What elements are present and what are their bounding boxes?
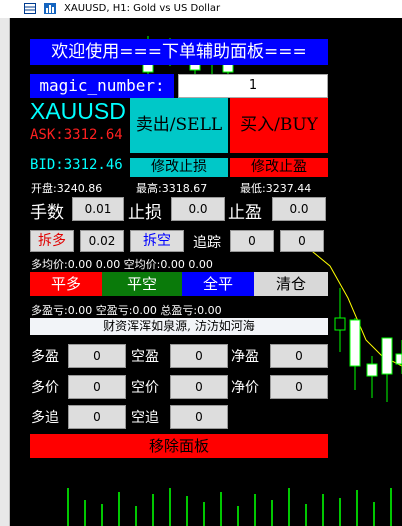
short-tp-input[interactable]: 0 <box>170 344 228 368</box>
open-price: 开盘:3240.86 <box>31 182 103 195</box>
ask-price: ASK:3312.64 <box>30 127 123 143</box>
close-all-button[interactable]: 全平 <box>182 272 254 296</box>
motto-banner: 财资浑浑如泉源, 汸汸如河海 <box>30 318 328 335</box>
stoploss-input[interactable]: 0.0 <box>171 197 225 221</box>
clear-positions-button[interactable]: 清仓 <box>254 272 328 296</box>
long-trail-input[interactable]: 0 <box>68 405 126 429</box>
lots-label: 手数 <box>30 203 64 223</box>
net-price-input[interactable]: 0 <box>270 375 328 399</box>
magic-number-input[interactable]: 1 <box>178 74 328 98</box>
profit-loss-info: 多盈亏:0.00 空盈亏:0.00 总盈亏:0.00 <box>31 304 222 317</box>
split-long-input[interactable]: 0.02 <box>80 230 124 252</box>
long-tp-input[interactable]: 0 <box>68 344 126 368</box>
close-long-button[interactable]: 平多 <box>30 272 102 296</box>
chart-bars-icon <box>44 3 56 14</box>
magic-number-label: magic_number: <box>30 74 174 98</box>
short-price-input[interactable]: 0 <box>170 375 228 399</box>
window-title: XAUUSD, H1: Gold vs US Dollar <box>64 3 221 14</box>
symbol-name: XAUUSD <box>30 98 126 124</box>
average-price-info: 多均价:0.00 0.00 空均价:0.00 0.00 <box>31 258 213 271</box>
short-trail-label: 空追 <box>131 410 159 426</box>
short-tp-label: 空盈 <box>131 349 159 365</box>
trail-label: 追踪 <box>193 235 221 251</box>
net-price-label: 净价 <box>231 380 259 396</box>
chart-grid-icon <box>24 3 36 14</box>
modify-stoploss-button[interactable]: 修改止损 <box>130 158 228 177</box>
close-short-button[interactable]: 平空 <box>102 272 182 296</box>
long-price-label: 多价 <box>31 380 59 396</box>
remove-panel-button[interactable]: 移除面板 <box>30 434 328 458</box>
trail-input-1[interactable]: 0 <box>230 230 274 252</box>
window-title-bar: XAUUSD, H1: Gold vs US Dollar <box>0 0 402 18</box>
stoploss-label: 止损 <box>128 203 162 223</box>
short-price-label: 空价 <box>131 380 159 396</box>
modify-takeprofit-button[interactable]: 修改止盈 <box>230 158 328 177</box>
volume-bars <box>67 488 392 526</box>
welcome-banner: 欢迎使用===下单辅助面板=== <box>30 39 328 65</box>
long-tp-label: 多盈 <box>31 349 59 365</box>
bid-price: BID:3312.46 <box>30 157 123 173</box>
net-tp-input[interactable]: 0 <box>270 344 328 368</box>
long-price-input[interactable]: 0 <box>68 375 126 399</box>
split-long-button[interactable]: 拆多 <box>30 230 74 252</box>
net-tp-label: 净盈 <box>231 349 259 365</box>
buy-button[interactable]: 买入/BUY <box>230 98 328 153</box>
high-price: 最高:3318.67 <box>136 182 208 195</box>
chart-scrollbar[interactable] <box>0 18 10 526</box>
lots-input[interactable]: 0.01 <box>72 197 124 221</box>
candles <box>334 288 402 402</box>
long-trail-label: 多追 <box>31 410 59 426</box>
trail-input-2[interactable]: 0 <box>280 230 324 252</box>
takeprofit-input[interactable]: 0.0 <box>272 197 326 221</box>
takeprofit-label: 止盈 <box>228 203 262 223</box>
low-price: 最低:3237.44 <box>240 182 312 195</box>
short-trail-input[interactable]: 0 <box>170 405 228 429</box>
sell-button[interactable]: 卖出/SELL <box>130 98 228 153</box>
split-short-button[interactable]: 拆空 <box>130 230 184 252</box>
